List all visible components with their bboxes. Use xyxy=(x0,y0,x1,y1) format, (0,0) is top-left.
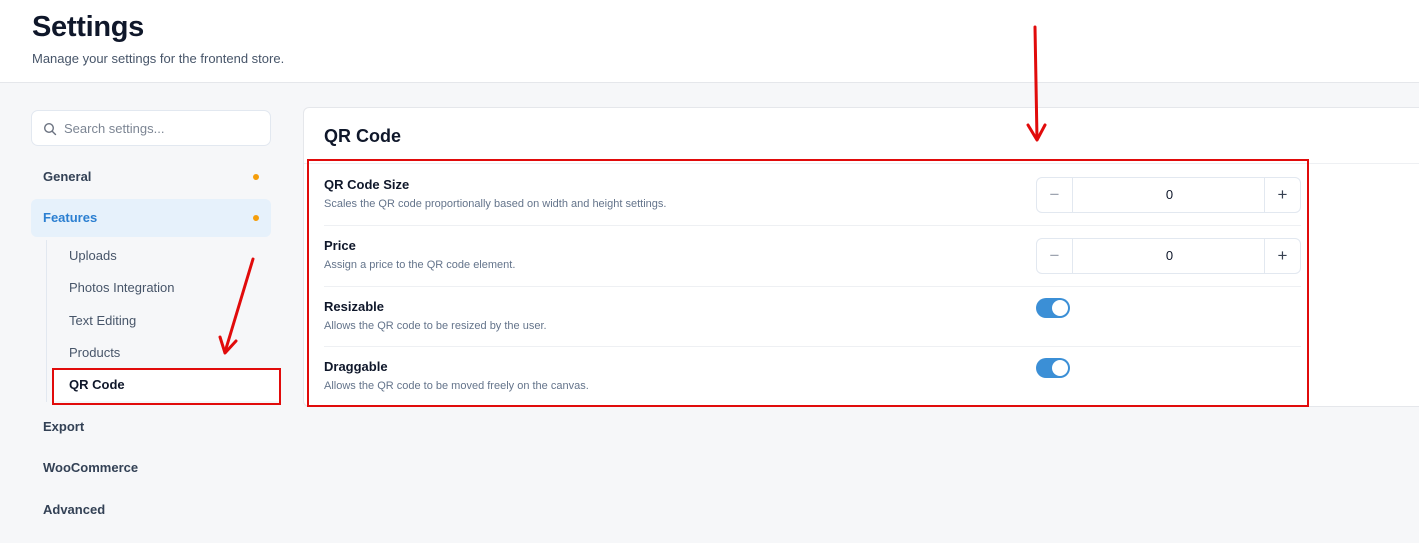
qr-code-highlight-box xyxy=(52,368,281,405)
sidebar-subitem-label: Products xyxy=(69,345,121,360)
sidebar-subitem-label: Photos Integration xyxy=(69,280,175,295)
sidebar-item-label: General xyxy=(43,169,92,184)
sidebar-subitem-photos-integration[interactable]: Photos Integration xyxy=(53,272,279,304)
sidebar-subitem-label: Text Editing xyxy=(69,313,137,328)
sidebar-item-features[interactable]: Features xyxy=(31,199,271,237)
page-header: Settings Manage your settings for the fr… xyxy=(0,0,1419,83)
sidebar-item-woocommerce[interactable]: WooCommerce xyxy=(31,449,271,487)
unsaved-dot-indicator xyxy=(253,215,259,221)
search-box[interactable] xyxy=(31,110,271,146)
subnav-divider xyxy=(46,240,47,402)
sidebar-item-export[interactable]: Export xyxy=(31,408,271,446)
sidebar-subitem-label: Uploads xyxy=(69,248,117,263)
unsaved-dot-indicator xyxy=(253,174,259,180)
sidebar-subitem-text-editing[interactable]: Text Editing xyxy=(53,305,279,337)
sidebar-subitem-uploads[interactable]: Uploads xyxy=(53,240,279,272)
settings-highlight-box xyxy=(307,159,1309,407)
panel-title: QR Code xyxy=(324,126,402,146)
sidebar-item-advanced[interactable]: Advanced xyxy=(31,491,271,529)
sidebar-item-label: Export xyxy=(43,419,85,434)
sidebar-item-general[interactable]: General xyxy=(31,158,271,196)
search-icon xyxy=(43,122,57,136)
sidebar-subitem-products[interactable]: Products xyxy=(53,337,279,369)
sidebar-item-label: Features xyxy=(43,210,98,225)
sidebar-item-label: WooCommerce xyxy=(43,460,139,475)
page-title: Settings xyxy=(32,11,144,43)
page-subtitle: Manage your settings for the frontend st… xyxy=(32,51,285,66)
search-input[interactable] xyxy=(64,111,264,145)
sidebar-item-label: Advanced xyxy=(43,502,106,517)
